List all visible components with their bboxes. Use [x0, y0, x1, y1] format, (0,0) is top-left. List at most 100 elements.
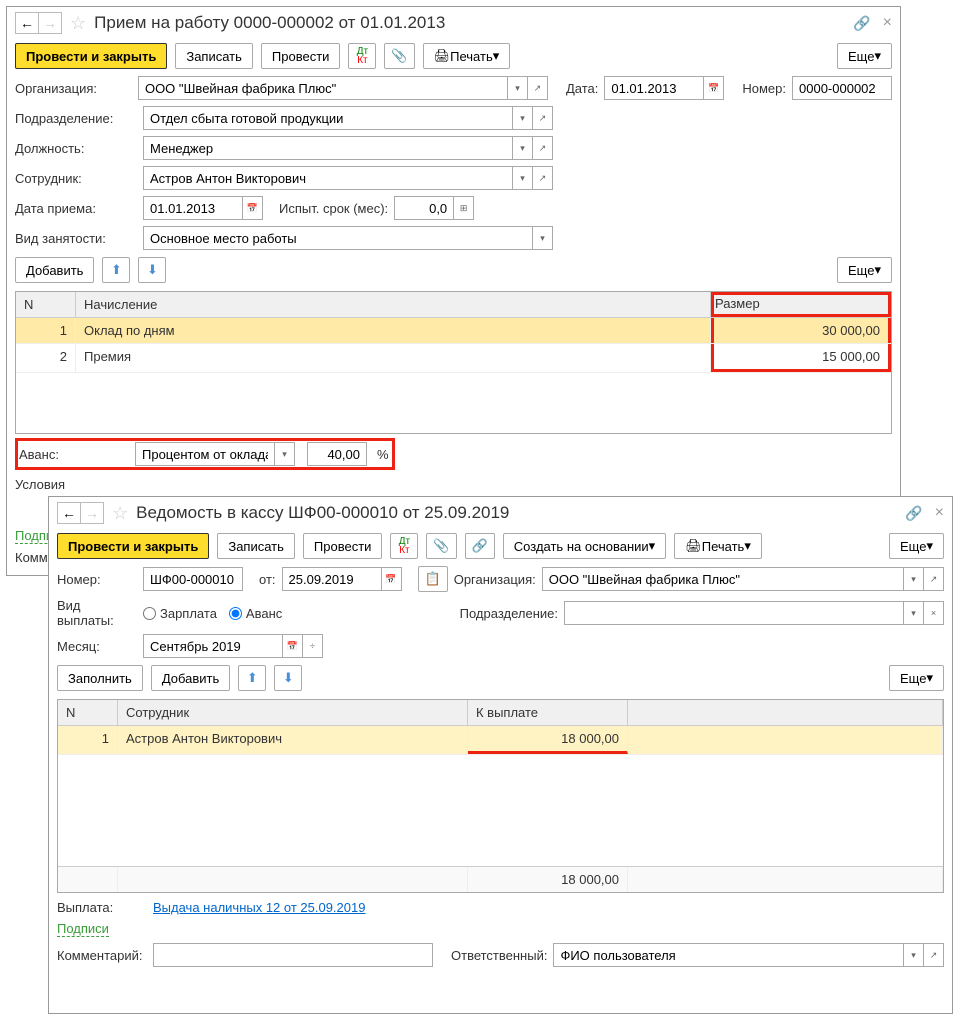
table-more-button[interactable]: Еще ▾ [837, 257, 892, 283]
attach-button[interactable]: 📎 [384, 43, 414, 69]
number-input[interactable] [143, 567, 243, 591]
titlebar: ← → ☆ Прием на работу 0000-000002 от 01.… [7, 7, 900, 39]
dtkt-button[interactable]: ДтКт [348, 43, 376, 69]
payroll-table: N Сотрудник К выплате 1 Астров Антон Вик… [57, 699, 944, 893]
window-title: Прием на работу 0000-000002 от 01.01.201… [94, 13, 853, 33]
table-more-button[interactable]: Еще ▾ [889, 665, 944, 691]
advance-dropdown[interactable]: ▾ [275, 442, 295, 466]
dept-dropdown[interactable]: ▾ [904, 601, 924, 625]
org-dropdown[interactable]: ▾ [904, 567, 924, 591]
position-dropdown[interactable]: ▾ [513, 136, 533, 160]
submit-button[interactable]: Провести [303, 533, 383, 559]
table-row[interactable]: 2 Премия 15 000,00 [16, 344, 891, 373]
dtkt-button[interactable]: ДтКт [390, 533, 418, 559]
number-input[interactable] [792, 76, 892, 100]
star-icon[interactable]: ☆ [70, 13, 86, 34]
link-icon[interactable]: 🔗 [853, 15, 870, 32]
forward-button[interactable]: → [38, 12, 62, 34]
employee-open[interactable]: ↗ [533, 166, 553, 190]
table-row[interactable]: 1 Оклад по дням 30 000,00 [16, 318, 891, 344]
radio-salary[interactable]: Зарплата [143, 606, 217, 621]
employment-dropdown[interactable]: ▾ [533, 226, 553, 250]
forward-button[interactable]: → [80, 502, 104, 524]
create-based-button[interactable]: Создать на основании ▾ [503, 533, 666, 559]
advance-type-input[interactable] [135, 442, 275, 466]
fill-button[interactable]: Заполнить [57, 665, 143, 691]
link-icon[interactable]: 🔗 [905, 505, 922, 522]
advance-value-input[interactable] [307, 442, 367, 466]
org-dropdown[interactable]: ▾ [508, 76, 528, 100]
move-up-button[interactable]: ⬆ [238, 665, 266, 691]
from-date-input[interactable] [282, 567, 382, 591]
employee-input[interactable] [143, 166, 513, 190]
col-n: N [16, 292, 76, 317]
save-button[interactable]: Записать [175, 43, 253, 69]
month-stepper[interactable]: ÷ [303, 634, 323, 658]
print-button[interactable]: 🖨 Печать ▾ [423, 43, 511, 69]
back-button[interactable]: ← [15, 12, 39, 34]
probation-label: Испыт. срок (мес): [279, 201, 388, 216]
advance-label: Аванс: [19, 447, 129, 462]
print-button[interactable]: 🖨 Печать ▾ [674, 533, 762, 559]
col-employee: Сотрудник [118, 700, 468, 725]
move-down-button[interactable]: ⬇ [274, 665, 302, 691]
probation-calc[interactable]: ⊞ [454, 196, 474, 220]
add-row-button[interactable]: Добавить [151, 665, 230, 691]
position-open[interactable]: ↗ [533, 136, 553, 160]
from-date-picker[interactable]: 📅 [382, 567, 402, 591]
probation-input[interactable] [394, 196, 454, 220]
responsible-dropdown[interactable]: ▾ [904, 943, 924, 967]
close-icon[interactable]: × [935, 504, 944, 522]
related-button[interactable]: 🔗 [465, 533, 495, 559]
org-input[interactable] [542, 567, 904, 591]
move-up-button[interactable]: ⬆ [102, 257, 130, 283]
org-input[interactable] [138, 76, 508, 100]
save-button[interactable]: Записать [217, 533, 295, 559]
hire-date-input[interactable] [143, 196, 243, 220]
paytype-label: Вид выплаты: [57, 598, 137, 628]
dept-clear[interactable]: × [924, 601, 944, 625]
hire-date-picker[interactable]: 📅 [243, 196, 263, 220]
dept-input[interactable] [143, 106, 513, 130]
date-input[interactable] [604, 76, 704, 100]
payment-label: Выплата: [57, 900, 147, 915]
back-button[interactable]: ← [57, 502, 81, 524]
dept-dropdown[interactable]: ▾ [513, 106, 533, 130]
radio-advance[interactable]: Аванс [229, 606, 282, 621]
org-icon-button[interactable]: 📋 [418, 566, 448, 592]
org-open[interactable]: ↗ [528, 76, 548, 100]
col-n: N [58, 700, 118, 725]
more-button[interactable]: Еще ▾ [837, 43, 892, 69]
responsible-open[interactable]: ↗ [924, 943, 944, 967]
star-icon[interactable]: ☆ [112, 503, 128, 524]
dept-input[interactable] [564, 601, 904, 625]
employee-label: Сотрудник: [15, 171, 137, 186]
responsible-input[interactable] [553, 943, 904, 967]
dept-label: Подразделение: [15, 111, 137, 126]
submit-button[interactable]: Провести [261, 43, 341, 69]
submit-close-button[interactable]: Провести и закрыть [57, 533, 209, 559]
responsible-label: Ответственный: [451, 948, 547, 963]
more-button[interactable]: Еще ▾ [889, 533, 944, 559]
attach-button[interactable]: 📎 [426, 533, 456, 559]
col-accrual: Начисление [76, 292, 711, 317]
table-row[interactable]: 1 Астров Антон Викторович 18 000,00 [58, 726, 943, 755]
employee-dropdown[interactable]: ▾ [513, 166, 533, 190]
titlebar: ← → ☆ Ведомость в кассу ШФ00-000010 от 2… [49, 497, 952, 529]
close-icon[interactable]: × [883, 14, 892, 32]
month-picker[interactable]: 📅 [283, 634, 303, 658]
month-input[interactable] [143, 634, 283, 658]
position-input[interactable] [143, 136, 513, 160]
add-row-button[interactable]: Добавить [15, 257, 94, 283]
move-down-button[interactable]: ⬇ [138, 257, 166, 283]
org-open[interactable]: ↗ [924, 567, 944, 591]
conditions-label: Условия [15, 477, 137, 492]
comment-input[interactable] [153, 943, 433, 967]
date-picker[interactable]: 📅 [704, 76, 724, 100]
signatures-link[interactable]: Подписи [57, 921, 109, 937]
employment-input[interactable] [143, 226, 533, 250]
dept-open[interactable]: ↗ [533, 106, 553, 130]
payment-link[interactable]: Выдача наличных 12 от 25.09.2019 [153, 900, 365, 915]
submit-close-button[interactable]: Провести и закрыть [15, 43, 167, 69]
col-size: Размер [711, 292, 891, 317]
